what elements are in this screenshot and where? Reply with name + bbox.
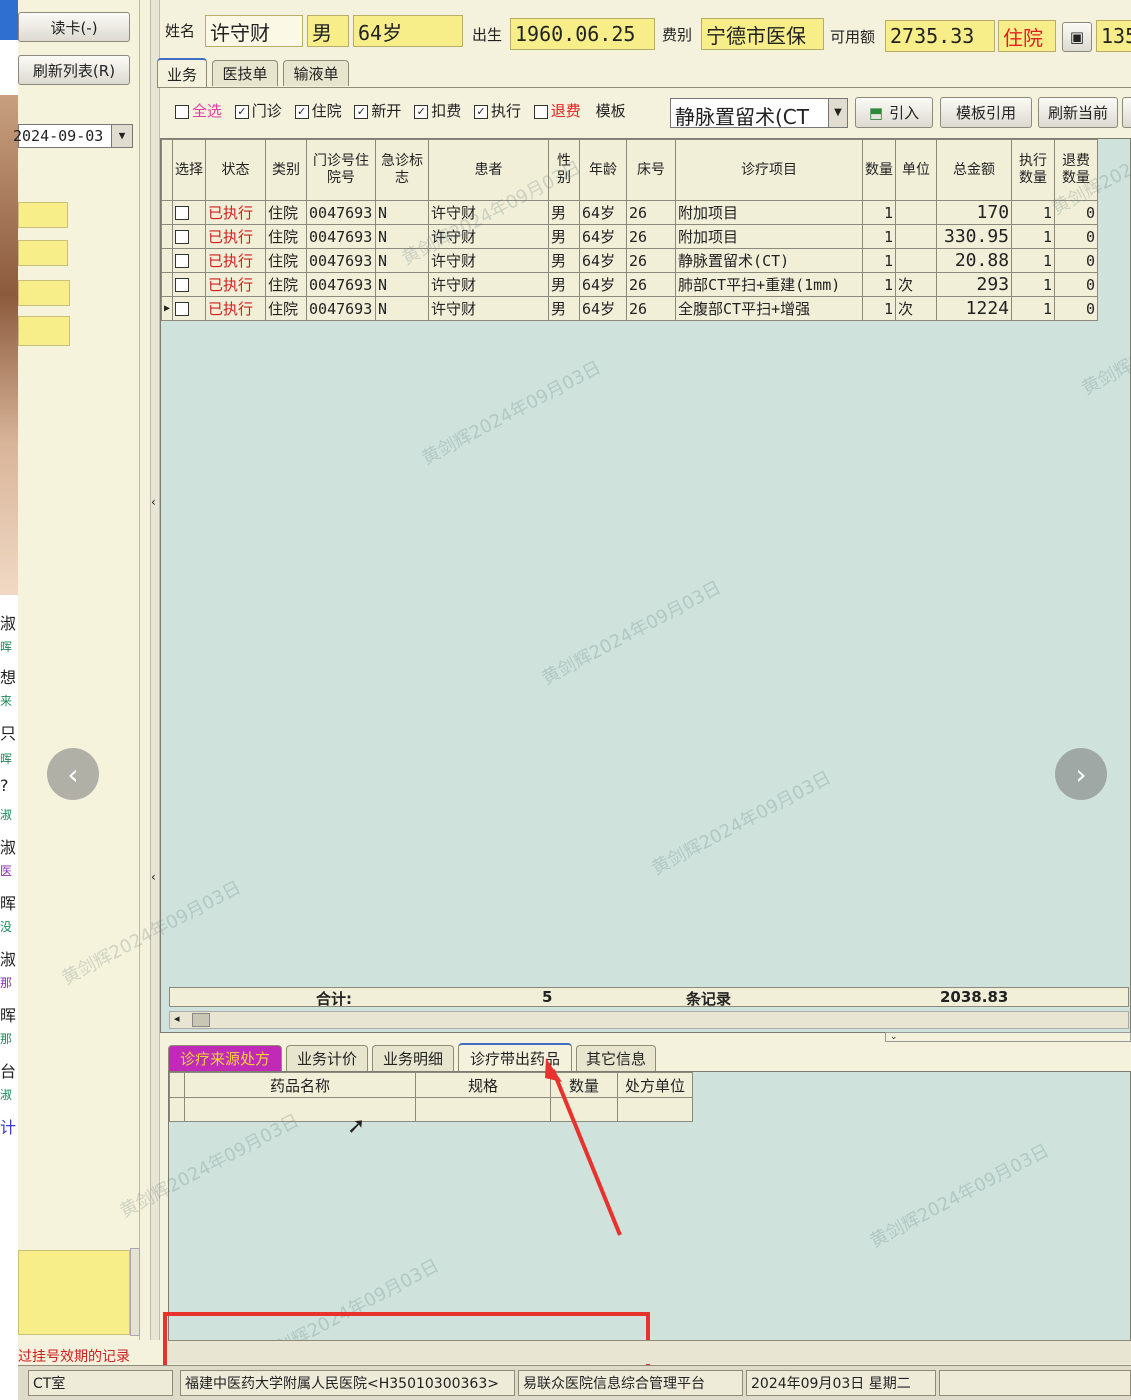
chevron-left-icon: ‹ xyxy=(67,757,79,791)
footer-date: 2024年09月03日 星期二 xyxy=(746,1370,936,1396)
hospital-name: 福建中医药大学附属人民医院<H35010300363> xyxy=(180,1370,515,1396)
footer-extra xyxy=(939,1370,1131,1396)
status-bar xyxy=(168,1340,1131,1364)
arrow-head-icon xyxy=(545,1058,562,1082)
footer: CT室 福建中医药大学附属人民医院<H35010300363> 易联众医院信息综… xyxy=(18,1365,1131,1400)
ct-room-label: CT室 xyxy=(28,1370,173,1396)
annotation-overlay xyxy=(163,1058,650,1370)
platform-name: 易联众医院信息综合管理平台 xyxy=(518,1370,743,1396)
next-image-button[interactable]: › xyxy=(1055,748,1107,800)
chevron-right-icon: › xyxy=(1075,757,1087,791)
prev-image-button[interactable]: ‹ xyxy=(47,748,99,800)
annotation-arrow xyxy=(551,1069,622,1236)
